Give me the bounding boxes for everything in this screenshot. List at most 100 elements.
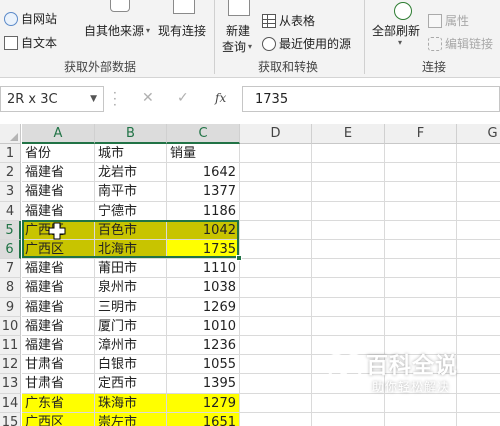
cell-g[interactable]: [457, 144, 500, 164]
cell-d[interactable]: [240, 374, 312, 394]
cell-a[interactable]: 广东省: [22, 393, 95, 413]
cell-a[interactable]: 福建省: [22, 201, 95, 221]
refresh-all-dropdown[interactable]: ▾: [396, 38, 402, 47]
cell-c[interactable]: 1735: [167, 240, 240, 260]
row-header[interactable]: 2: [0, 163, 21, 183]
cell-d[interactable]: [240, 278, 312, 298]
cell-f[interactable]: [385, 220, 457, 240]
row-header[interactable]: 6: [0, 240, 21, 260]
cell-b[interactable]: 泉州市: [95, 278, 167, 298]
cell-g[interactable]: [457, 182, 500, 202]
cell-c[interactable]: 1038: [167, 278, 240, 298]
cell-e[interactable]: [312, 201, 385, 221]
cell-c[interactable]: 1055: [167, 355, 240, 375]
row-header[interactable]: 1: [0, 144, 21, 164]
cell-c[interactable]: 1269: [167, 297, 240, 317]
cell-a[interactable]: 福建省: [22, 336, 95, 356]
cell-b[interactable]: 城市: [95, 144, 167, 164]
cell-a[interactable]: 福建省: [22, 278, 95, 298]
column-header[interactable]: G: [457, 124, 500, 144]
insert-function-icon[interactable]: fx: [215, 91, 226, 105]
row-header[interactable]: 13: [0, 374, 21, 394]
new-query-dropdown[interactable]: 查询 ▾: [222, 38, 252, 55]
row-header[interactable]: 4: [0, 201, 21, 221]
cell-g[interactable]: [457, 317, 500, 336]
cell-c[interactable]: 1042: [167, 220, 240, 240]
cell-c[interactable]: 1377: [167, 182, 240, 202]
cell-a[interactable]: 福建省: [22, 182, 95, 202]
cell-g[interactable]: [457, 202, 500, 221]
row-header[interactable]: 9: [0, 297, 21, 317]
cell-f[interactable]: [385, 144, 457, 164]
column-header[interactable]: C: [167, 124, 240, 144]
cell-g[interactable]: [457, 240, 500, 260]
cell-b[interactable]: 白银市: [95, 355, 167, 375]
cell-d[interactable]: [240, 220, 312, 240]
cell-d[interactable]: [240, 412, 312, 426]
column-header[interactable]: B: [95, 124, 167, 144]
cell-b[interactable]: 三明市: [95, 297, 167, 317]
cell-a[interactable]: 福建省: [22, 297, 95, 317]
cell-d[interactable]: [240, 144, 312, 164]
cell-a[interactable]: 甘肃省: [22, 374, 95, 394]
cell-b[interactable]: 珠海市: [95, 393, 167, 413]
cell-b[interactable]: 百色市: [95, 220, 167, 240]
recent-sources-button[interactable]: 最近使用的源: [262, 35, 351, 52]
cell-b[interactable]: 北海市: [95, 240, 167, 260]
refresh-all-button[interactable]: 全部刷新: [372, 22, 420, 39]
cell-b[interactable]: 宁德市: [95, 201, 167, 221]
row-header[interactable]: 3: [0, 182, 21, 202]
cell-e[interactable]: [312, 278, 385, 298]
name-box[interactable]: 2R x 3C ▼: [0, 86, 104, 112]
cell-c[interactable]: 1642: [167, 163, 240, 183]
cell-d[interactable]: [240, 240, 312, 260]
cell-e[interactable]: [312, 182, 385, 202]
formula-input[interactable]: 1735: [242, 86, 500, 112]
new-query-button[interactable]: 新建: [226, 22, 250, 39]
row-header[interactable]: 7: [0, 259, 21, 279]
cell-a[interactable]: 甘肃省: [22, 355, 95, 375]
cell-e[interactable]: [312, 259, 385, 279]
cell-d[interactable]: [240, 163, 312, 183]
cell-e[interactable]: [312, 297, 385, 317]
edit-links-button[interactable]: 编辑链接: [428, 35, 493, 52]
row-header[interactable]: 5: [0, 220, 21, 240]
cell-d[interactable]: [240, 316, 312, 336]
cell-g[interactable]: [457, 259, 500, 279]
cell-c[interactable]: 1651: [167, 412, 240, 426]
cell-d[interactable]: [240, 297, 312, 317]
cell-f[interactable]: [385, 297, 457, 317]
row-header[interactable]: 14: [0, 393, 21, 413]
cell-f[interactable]: [385, 182, 457, 202]
row-header[interactable]: 8: [0, 278, 21, 298]
cell-f[interactable]: [385, 412, 457, 426]
cell-f[interactable]: [385, 201, 457, 221]
cell-f[interactable]: [385, 316, 457, 336]
cell-a[interactable]: 福建省: [22, 163, 95, 183]
cell-a[interactable]: 福建省: [22, 316, 95, 336]
cell-g[interactable]: [457, 278, 500, 298]
cell-c[interactable]: 1279: [167, 393, 240, 413]
cell-d[interactable]: [240, 182, 312, 202]
column-header[interactable]: D: [240, 124, 312, 144]
column-header[interactable]: F: [385, 124, 457, 144]
from-other-sources-button[interactable]: 自其他来源 ▾: [84, 22, 150, 39]
cell-g[interactable]: [457, 221, 500, 240]
cell-c[interactable]: 1395: [167, 374, 240, 394]
from-web-button[interactable]: 自网站: [4, 10, 57, 27]
cell-b[interactable]: 漳州市: [95, 336, 167, 356]
row-header[interactable]: 10: [0, 316, 21, 336]
column-header[interactable]: A: [22, 124, 95, 144]
cell-b[interactable]: 莆田市: [95, 259, 167, 279]
cell-e[interactable]: [312, 220, 385, 240]
cell-a[interactable]: 广西区: [22, 412, 95, 426]
cell-b[interactable]: 厦门市: [95, 316, 167, 336]
cell-b[interactable]: 定西市: [95, 374, 167, 394]
enter-icon[interactable]: ✓: [177, 90, 189, 106]
cancel-icon[interactable]: ✕: [142, 90, 154, 106]
cell-g[interactable]: [457, 298, 500, 317]
chevron-down-icon[interactable]: ▼: [90, 94, 97, 104]
cell-d[interactable]: [240, 393, 312, 413]
cell-a[interactable]: 省份: [22, 144, 95, 164]
cell-e[interactable]: [312, 412, 385, 426]
